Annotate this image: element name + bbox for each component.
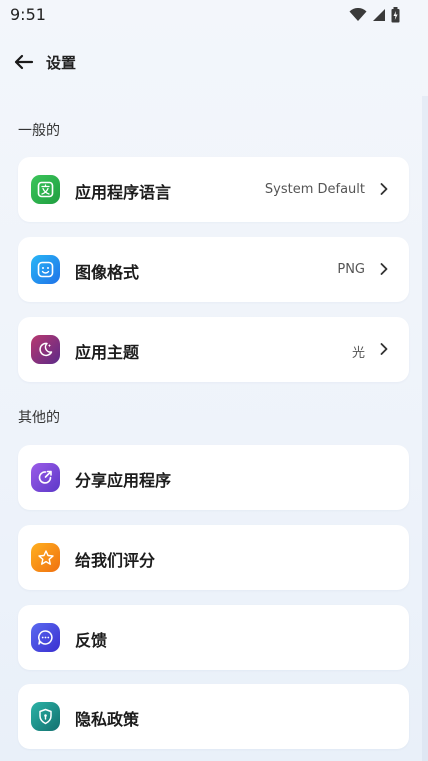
chevron-right-icon xyxy=(380,263,388,275)
settings-item-rate-us[interactable]: 给我们评分 xyxy=(18,525,409,590)
item-label: 给我们评分 xyxy=(75,551,156,570)
back-button[interactable] xyxy=(12,50,36,74)
settings-item-share-app[interactable]: 分享应用程序 xyxy=(18,445,409,510)
item-label: 分享应用程序 xyxy=(75,471,172,490)
settings-item-app-theme[interactable]: 应用主题 光 xyxy=(18,317,409,382)
item-label: 隐私政策 xyxy=(75,710,140,729)
cellular-signal-icon xyxy=(373,9,385,21)
settings-item-app-language[interactable]: 应用程序语言 System Default xyxy=(18,157,409,222)
scroll-edge-shade xyxy=(422,96,428,761)
item-value: 光 xyxy=(351,346,365,361)
shield-icon xyxy=(31,702,60,731)
settings-item-image-format[interactable]: 图像格式 PNG xyxy=(18,237,409,302)
item-label: 反馈 xyxy=(75,631,108,650)
item-value: System Default xyxy=(264,182,365,197)
section-label-general: 一般的 xyxy=(18,123,60,139)
status-time: 9:51 xyxy=(10,5,46,24)
share-icon xyxy=(31,463,60,492)
app-header: 设置 xyxy=(0,44,428,80)
settings-item-feedback[interactable]: 反馈 xyxy=(18,605,409,670)
feedback-icon xyxy=(31,623,60,652)
translate-icon xyxy=(31,175,60,204)
status-bar: 9:51 xyxy=(0,0,428,30)
status-icons xyxy=(349,7,400,23)
arrow-left-icon xyxy=(14,54,34,70)
settings-item-privacy-policy[interactable]: 隐私政策 xyxy=(18,684,409,749)
item-label: 应用程序语言 xyxy=(75,183,172,202)
item-label: 图像格式 xyxy=(75,263,140,282)
star-icon xyxy=(31,543,60,572)
moon-icon xyxy=(31,335,60,364)
item-value: PNG xyxy=(337,262,365,277)
chevron-right-icon xyxy=(380,183,388,195)
item-label: 应用主题 xyxy=(75,343,140,362)
section-label-other: 其他的 xyxy=(18,410,60,426)
page-title: 设置 xyxy=(46,54,77,72)
chevron-right-icon xyxy=(380,343,388,355)
image-format-icon xyxy=(31,255,60,284)
battery-icon xyxy=(391,7,400,23)
wifi-icon xyxy=(349,8,367,21)
